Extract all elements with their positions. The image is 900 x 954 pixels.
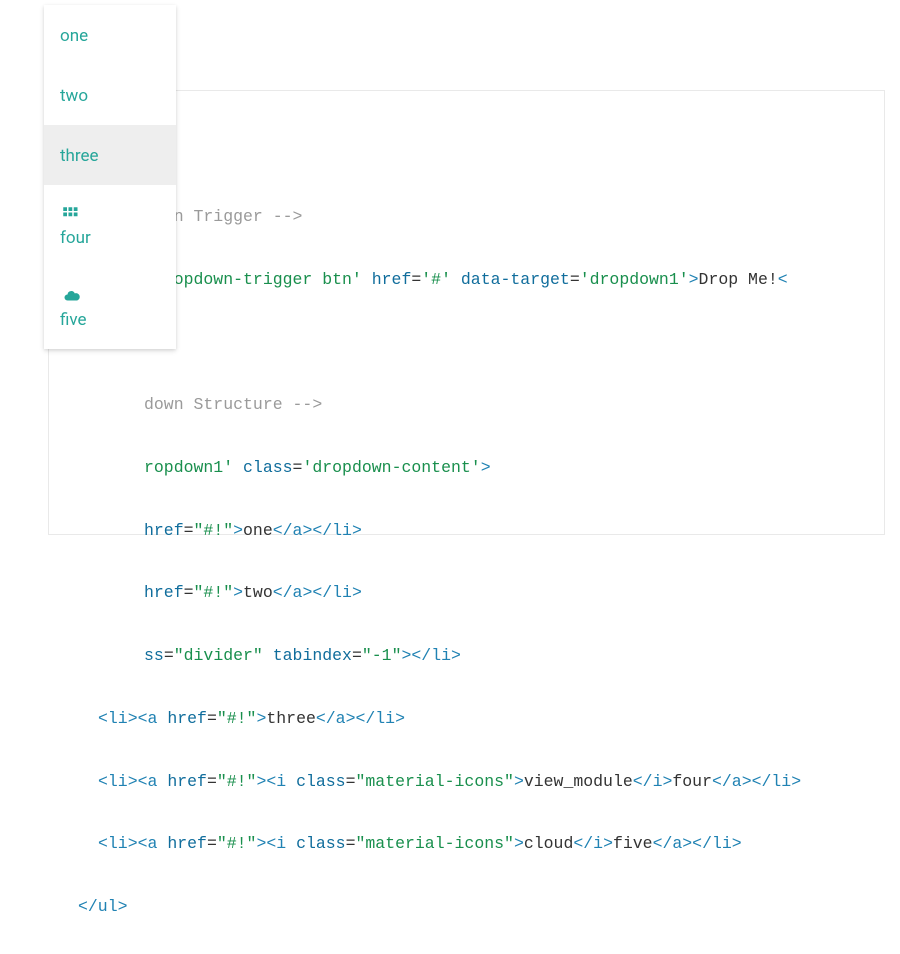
code-tag: <li> [98,772,138,791]
code-tag: </i> [633,772,673,791]
code-string: "#!" [217,834,257,853]
dropdown-item-label: four [60,228,91,248]
dropdown-item-label: five [60,310,87,330]
code-string: 'dropdown-trigger btn' [144,270,362,289]
code-string: 'dropdown-content' [302,458,480,477]
code-attr: href [372,270,412,289]
cloud-icon [60,287,160,305]
code-tag: </a></li> [653,834,742,853]
code-tag: <li> [98,834,138,853]
code-attr: href [144,583,184,602]
code-tag: <a [138,834,168,853]
code-string: "material-icons" [356,772,514,791]
code-attr: href [144,521,184,540]
code-text: five [613,834,653,853]
code-string: "divider" [174,646,263,665]
code-text: cloud [524,834,574,853]
code-text: one [243,521,273,540]
code-text: two [243,583,273,602]
code-tag: </ul> [78,897,128,916]
dropdown-menu: one two three four five [44,5,176,349]
code-comment: down Structure --> [60,395,322,414]
code-attr: data-target [461,270,570,289]
code-tag: <i [266,834,296,853]
code-string: 'dropdown1' [580,270,689,289]
code-text: four [672,772,712,791]
code-snippet: down Trigger --> 'dropdown-trigger btn' … [60,170,885,954]
dropdown-item-label: two [60,86,88,106]
code-string: "#!" [217,709,257,728]
dropdown-item-two[interactable]: two [44,65,176,125]
code-attr: class [296,772,346,791]
code-attr: tabindex [273,646,352,665]
dropdown-item-five[interactable]: five [44,267,176,349]
code-attr: href [167,834,207,853]
code-tag: </a></li> [712,772,801,791]
code-tag: </i> [573,834,613,853]
code-string: "-1" [362,646,402,665]
code-string: ropdown1' [144,458,233,477]
code-tag: <li> [98,709,138,728]
code-text: Drop Me! [699,270,778,289]
code-attr: class [243,458,293,477]
code-tag: <a [138,709,168,728]
dropdown-item-four[interactable]: four [44,185,176,267]
code-string: "#!" [194,583,234,602]
code-tag: <a [138,772,168,791]
code-attr: href [167,709,207,728]
code-attr: href [167,772,207,791]
code-string: "#!" [217,772,257,791]
code-attr: class [296,834,346,853]
dropdown-item-one[interactable]: one [44,5,176,65]
dropdown-item-three[interactable]: three [44,125,176,185]
view-module-icon [60,205,160,223]
code-tag: </a></li> [316,709,405,728]
code-text: view_module [524,772,633,791]
code-string: '#' [421,270,451,289]
dropdown-item-label: three [60,146,99,166]
code-attr: ss [144,646,164,665]
code-tag: <i [266,772,296,791]
code-text: three [266,709,316,728]
code-string: "material-icons" [356,834,514,853]
code-string: "#!" [194,521,234,540]
dropdown-item-label: one [60,26,88,46]
